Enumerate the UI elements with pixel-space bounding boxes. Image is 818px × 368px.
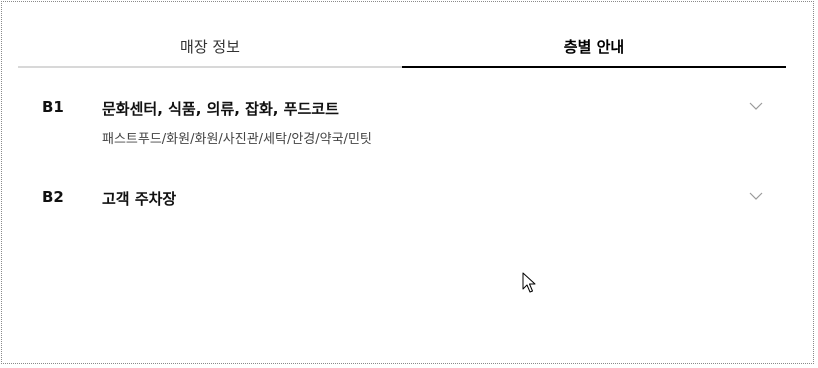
floor-title: 고객 주차장 bbox=[102, 190, 177, 208]
chevron-down-icon[interactable] bbox=[748, 190, 764, 202]
floor-item-b1[interactable]: B1 문화센터, 식품, 의류, 잡화, 푸드코트 패스트푸드/화원/화원/사진… bbox=[18, 98, 786, 158]
mouse-cursor-icon bbox=[522, 272, 536, 293]
chevron-down-icon[interactable] bbox=[748, 100, 764, 112]
tab-store-info[interactable]: 매장 정보 bbox=[18, 28, 402, 68]
tab-bar: 매장 정보 층별 안내 bbox=[18, 28, 786, 68]
floor-title: 문화센터, 식품, 의류, 잡화, 푸드코트 bbox=[102, 100, 339, 118]
tab-floor-guide[interactable]: 층별 안내 bbox=[402, 28, 786, 68]
floor-subtitle: 패스트푸드/화원/화원/사진관/세탁/안경/약국/민팃 bbox=[102, 132, 372, 147]
floor-code: B2 bbox=[42, 188, 64, 206]
floor-item-b2[interactable]: B2 고객 주차장 bbox=[18, 188, 786, 212]
floor-code: B1 bbox=[42, 98, 64, 116]
